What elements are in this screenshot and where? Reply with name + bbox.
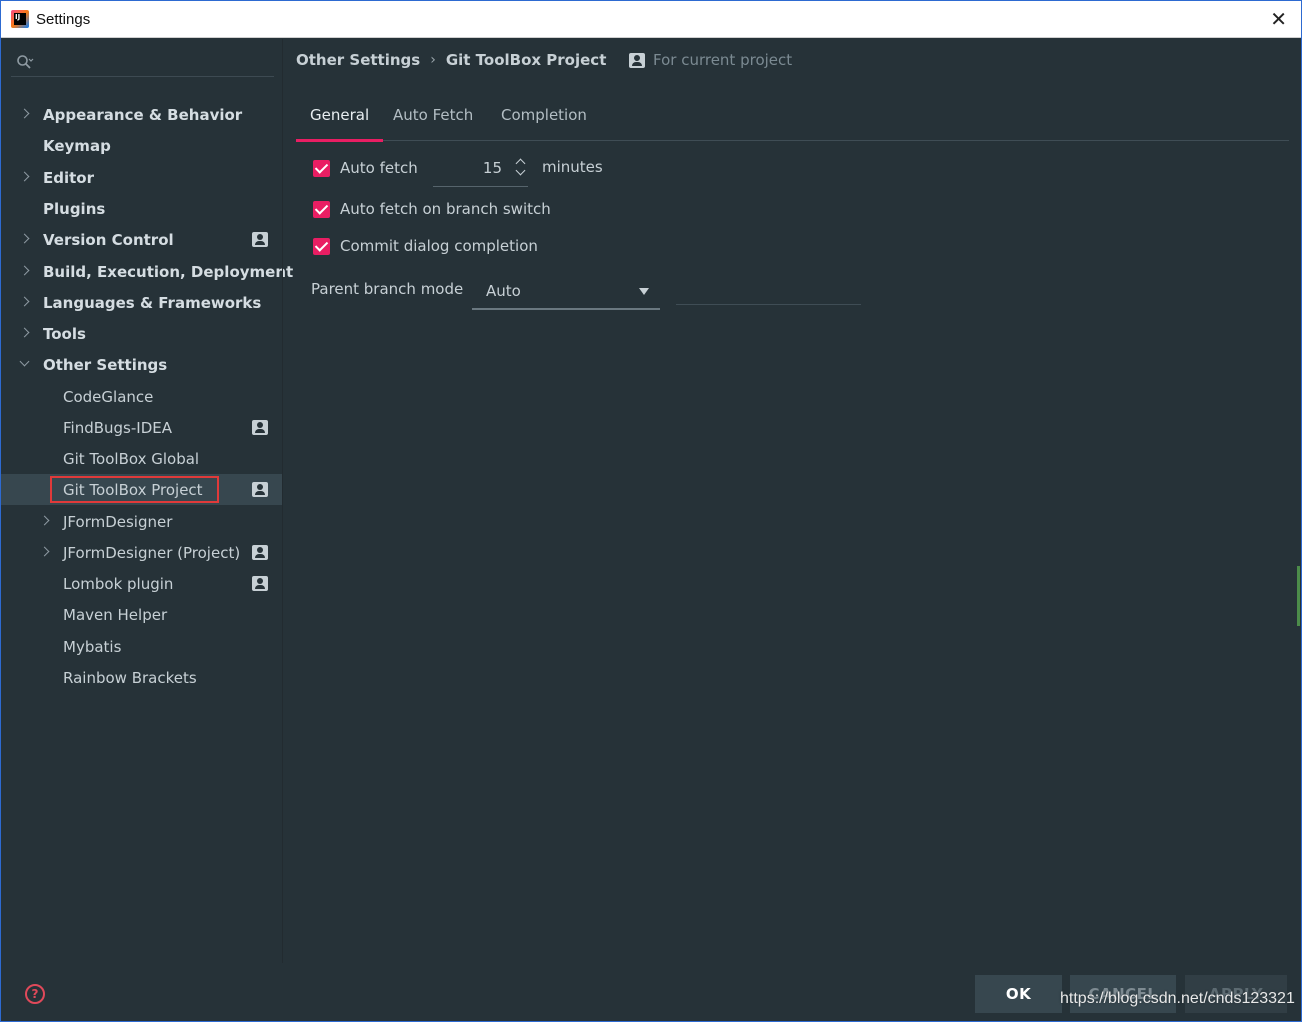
breadcrumb-parent[interactable]: Other Settings: [296, 51, 420, 69]
commit-dialog-completion-checkbox[interactable]: [313, 237, 330, 255]
parent-branch-input[interactable]: [676, 304, 861, 305]
commit-dialog-completion-label: Commit dialog completion: [340, 237, 538, 255]
parent-branch-mode-value: Auto: [486, 282, 521, 300]
sidebar-item-findbugs-idea[interactable]: FindBugs-IDEA: [1, 412, 282, 443]
chevron-right-icon[interactable]: [21, 234, 31, 244]
sidebar-item-rainbow-brackets[interactable]: Rainbow Brackets: [1, 662, 282, 693]
parent-branch-mode-label: Parent branch mode: [311, 280, 464, 298]
sidebar-item-label: JFormDesigner (Project): [63, 543, 241, 562]
settings-window: IJ Settings ✕ Appearance & Behavior Keyma…: [0, 0, 1302, 1022]
project-scope-icon: [252, 232, 268, 247]
scrollbar-edge[interactable]: [1297, 566, 1300, 626]
sidebar-item-label: JFormDesigner: [63, 512, 173, 531]
help-icon[interactable]: ?: [25, 984, 45, 1004]
chevron-right-icon[interactable]: [21, 172, 31, 182]
chevron-right-icon[interactable]: [21, 109, 31, 119]
sidebar-item-label: Appearance & Behavior: [43, 105, 243, 124]
close-icon[interactable]: ✕: [1270, 9, 1287, 29]
auto-fetch-checkbox[interactable]: [313, 159, 330, 177]
sidebar-item-build-execution-deployment[interactable]: Build, Execution, Deployment: [1, 256, 293, 287]
sidebar-item-label: Languages & Frameworks: [43, 293, 262, 312]
window-title: Settings: [36, 10, 91, 28]
intellij-app-icon: IJ: [11, 10, 29, 28]
sidebar-item-other-settings[interactable]: Other Settings: [1, 349, 282, 380]
settings-content: Other Settings › Git ToolBox Project For…: [283, 39, 1301, 963]
spinner-up-icon[interactable]: [516, 157, 524, 165]
sidebar-item-label: Editor: [43, 168, 94, 187]
sidebar-item-git-toolbox-project[interactable]: Git ToolBox Project: [1, 474, 282, 505]
sidebar-item-label: Lombok plugin: [63, 574, 174, 593]
sidebar-item-jformdesigner-project[interactable]: JFormDesigner (Project): [1, 537, 282, 568]
sidebar-item-version-control[interactable]: Version Control: [1, 224, 282, 255]
sidebar-item-editor[interactable]: Editor: [1, 162, 282, 193]
chevron-right-icon[interactable]: [41, 516, 51, 526]
ok-button[interactable]: OK: [975, 975, 1062, 1013]
auto-fetch-interval-value[interactable]: 15: [483, 159, 502, 177]
commit-dialog-completion-option: Commit dialog completion: [313, 237, 538, 255]
auto-fetch-option: Auto fetch: [313, 159, 418, 177]
title-bar: IJ Settings ✕: [1, 1, 1301, 38]
interval-unit-label: minutes: [542, 158, 603, 176]
project-scope-icon: [252, 576, 268, 591]
sidebar-item-label: Keymap: [43, 136, 111, 155]
parent-branch-mode-dropdown[interactable]: Auto: [472, 272, 660, 310]
sidebar-item-tools[interactable]: Tools: [1, 318, 282, 349]
project-scope-icon: [252, 420, 268, 435]
scope-label: For current project: [653, 51, 793, 69]
sidebar-item-label: Other Settings: [43, 355, 168, 374]
sidebar-item-lombok-plugin[interactable]: Lombok plugin: [1, 568, 282, 599]
sidebar-item-label: Git ToolBox Global: [63, 449, 200, 468]
sidebar-item-languages-frameworks[interactable]: Languages & Frameworks: [1, 287, 282, 318]
spinner-down-icon[interactable]: [516, 168, 524, 176]
sidebar-item-maven-helper[interactable]: Maven Helper: [1, 599, 282, 630]
watermark-text: https://blog.csdn.net/cnds123321: [1060, 990, 1295, 1007]
settings-search-input[interactable]: [11, 49, 274, 77]
sidebar-item-label: Tools: [43, 324, 86, 343]
chevron-right-icon[interactable]: [21, 266, 31, 276]
sidebar-item-label: Build, Execution, Deployment: [43, 262, 294, 281]
sidebar-item-plugins[interactable]: Plugins: [1, 193, 282, 224]
sidebar-item-label: Mybatis: [63, 637, 122, 656]
scope-indicator: For current project: [629, 49, 792, 71]
project-scope-icon: [629, 52, 645, 68]
sidebar-item-appearance-behavior[interactable]: Appearance & Behavior: [1, 99, 282, 130]
breadcrumb: Other Settings › Git ToolBox Project: [296, 49, 606, 71]
sidebar-item-git-toolbox-global[interactable]: Git ToolBox Global: [1, 443, 282, 474]
settings-sidebar: Appearance & Behavior Keymap Editor Plugins…: [1, 39, 293, 963]
breadcrumb-current: Git ToolBox Project: [445, 51, 607, 69]
tab-bar: General Auto Fetch Completion: [296, 89, 1289, 142]
auto-fetch-branch-switch-label: Auto fetch on branch switch: [340, 200, 551, 218]
sidebar-item-codeglance[interactable]: CodeGlance: [1, 381, 282, 412]
sidebar-item-label: Version Control: [43, 230, 174, 249]
auto-fetch-label: Auto fetch: [340, 159, 418, 177]
auto-fetch-branch-switch-checkbox[interactable]: [313, 200, 330, 218]
project-scope-icon: [252, 482, 268, 497]
auto-fetch-interval-spinner[interactable]: 15: [433, 151, 528, 187]
sidebar-item-label: Maven Helper: [63, 605, 168, 624]
tab-auto-fetch[interactable]: Auto Fetch: [379, 89, 487, 141]
sidebar-item-jformdesigner[interactable]: JFormDesigner: [1, 506, 282, 537]
tab-completion[interactable]: Completion: [487, 89, 601, 141]
sidebar-item-mybatis[interactable]: Mybatis: [1, 631, 282, 662]
chevron-right-icon[interactable]: [21, 297, 31, 307]
auto-fetch-branch-switch-option: Auto fetch on branch switch: [313, 200, 551, 218]
breadcrumb-separator: ›: [430, 52, 436, 68]
sidebar-item-label: CodeGlance: [63, 387, 154, 406]
sidebar-item-label: FindBugs-IDEA: [63, 418, 172, 437]
sidebar-item-label: Plugins: [43, 199, 106, 218]
sidebar-item-keymap[interactable]: Keymap: [1, 130, 282, 161]
search-icon: [17, 55, 34, 69]
sidebar-item-label: Rainbow Brackets: [63, 668, 197, 687]
sidebar-item-label: Git ToolBox Project: [63, 480, 203, 499]
tab-general[interactable]: General: [296, 89, 384, 142]
chevron-right-icon[interactable]: [41, 547, 51, 557]
chevron-right-icon[interactable]: [21, 328, 31, 338]
project-scope-icon: [252, 545, 268, 560]
chevron-down-icon[interactable]: [21, 359, 31, 369]
dropdown-arrow-icon: [639, 288, 649, 295]
